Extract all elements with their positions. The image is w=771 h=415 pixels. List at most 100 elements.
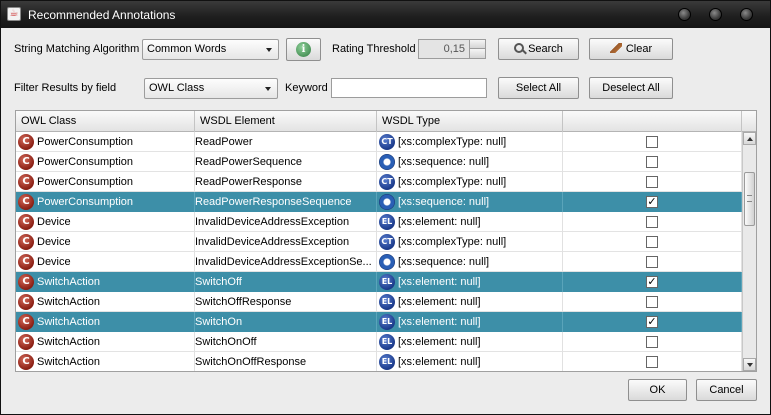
row-checkbox[interactable] [646, 216, 658, 228]
table-row[interactable]: C Device InvalidDeviceAddressException CT [x… [16, 232, 742, 252]
owl-class-text: Device [37, 236, 71, 248]
row-checkbox[interactable] [646, 296, 658, 308]
keyword-label: Keyword [285, 82, 328, 94]
wsdl-type-text: [xs:element: null] [398, 216, 481, 228]
algorithm-select[interactable]: Common Words [142, 39, 279, 60]
filter-field-select[interactable]: OWL Class [144, 78, 278, 99]
owl-class-icon: C [18, 314, 34, 330]
close-button[interactable] [740, 8, 753, 21]
deselect-all-button[interactable]: Deselect All [589, 77, 673, 99]
threshold-spinner[interactable]: 0,15 [418, 39, 486, 59]
row-checkbox[interactable] [646, 176, 658, 188]
select-cell [563, 252, 742, 272]
wsdl-type-cell: EL [xs:element: null] [377, 332, 563, 352]
table-row[interactable]: C SwitchAction SwitchOnOff EL [xs:element: n… [16, 332, 742, 352]
wsdl-element-text: SwitchOff [195, 276, 242, 288]
select-cell: ✓ [563, 192, 742, 212]
column-header-owl-class[interactable]: OWL Class [16, 111, 195, 132]
owl-class-icon: C [18, 214, 34, 230]
row-checkbox[interactable] [646, 256, 658, 268]
select-cell [563, 132, 742, 152]
table-row[interactable]: C PowerConsumption ReadPowerResponse CT [xs:… [16, 172, 742, 192]
owl-class-text: Device [37, 256, 71, 268]
select-cell: ✓ [563, 312, 742, 332]
search-button-label: Search [528, 43, 563, 55]
wsdl-element-text: SwitchOffResponse [195, 296, 292, 308]
scroll-thumb[interactable] [744, 172, 755, 226]
owl-class-text: PowerConsumption [37, 196, 133, 208]
search-button[interactable]: Search [498, 38, 579, 60]
wsdl-type-cell: CT [xs:complexType: null] [377, 172, 563, 192]
wsdl-element-text: InvalidDeviceAddressException [195, 236, 350, 248]
clear-button[interactable]: Clear [589, 38, 673, 60]
owl-class-text: SwitchAction [37, 276, 100, 288]
wsdl-element-cell: SwitchOff [195, 272, 377, 292]
spinner-down-button[interactable] [469, 49, 485, 58]
vertical-scrollbar[interactable] [742, 132, 756, 371]
wsdl-element-text: InvalidDeviceAddressExceptionSe... [195, 256, 372, 268]
owl-class-icon: C [18, 354, 34, 370]
wsdl-element-cell: ReadPower [195, 132, 377, 152]
select-cell: ✓ [563, 272, 742, 292]
table-row[interactable]: C Device InvalidDeviceAddressException EL [x… [16, 212, 742, 232]
table-row[interactable]: C SwitchAction SwitchOff EL [xs:element: nul… [16, 272, 742, 292]
java-icon: ☕ [7, 7, 21, 21]
wsdl-element-cell: SwitchOn [195, 312, 377, 332]
sequence-type-icon [379, 194, 395, 210]
column-header-wsdl-element[interactable]: WSDL Element [195, 111, 377, 132]
wsdl-element-cell: InvalidDeviceAddressException [195, 212, 377, 232]
owl-class-icon: C [18, 194, 34, 210]
table-row[interactable]: C SwitchAction SwitchOn EL [xs:element: null… [16, 312, 742, 332]
sequence-type-icon [379, 154, 395, 170]
ok-button[interactable]: OK [628, 379, 687, 401]
spinner-up-button[interactable] [469, 40, 485, 49]
info-button[interactable]: i [286, 38, 321, 61]
select-cell [563, 292, 742, 312]
row-checkbox[interactable] [646, 236, 658, 248]
wsdl-element-cell: SwitchOffResponse [195, 292, 377, 312]
table-row[interactable]: C PowerConsumption ReadPowerSequence [xs:se… [16, 152, 742, 172]
chevron-down-icon [266, 48, 272, 52]
wsdl-type-cell: CT [xs:complexType: null] [377, 132, 563, 152]
table-row[interactable]: C PowerConsumption ReadPower CT [xs:complexT… [16, 132, 742, 152]
cancel-button[interactable]: Cancel [696, 379, 757, 401]
keyword-input[interactable] [331, 78, 487, 98]
element-type-icon: EL [379, 294, 395, 310]
minimize-button[interactable] [678, 8, 691, 21]
select-all-button[interactable]: Select All [498, 77, 579, 99]
table-row[interactable]: C Device InvalidDeviceAddressExceptionSe..… [16, 252, 742, 272]
wsdl-type-cell: [xs:sequence: null] [377, 252, 563, 272]
wsdl-type-text: [xs:element: null] [398, 276, 481, 288]
scroll-down-button[interactable] [743, 358, 756, 371]
table-row[interactable]: C PowerConsumption ReadPowerResponseSequen… [16, 192, 742, 212]
wsdl-type-text: [xs:element: null] [398, 296, 481, 308]
wsdl-type-text: [xs:complexType: null] [398, 236, 507, 248]
row-checkbox[interactable] [646, 136, 658, 148]
row-checkbox[interactable] [646, 356, 658, 368]
algorithm-select-value: Common Words [147, 43, 227, 55]
title-bar: ☕ Recommended Annotations [1, 1, 770, 28]
column-header-wsdl-type[interactable]: WSDL Type [377, 111, 563, 132]
scroll-up-button[interactable] [743, 132, 756, 145]
owl-class-text: PowerConsumption [37, 156, 133, 168]
table-row[interactable]: C SwitchAction SwitchOffResponse EL [xs:elem… [16, 292, 742, 312]
maximize-button[interactable] [709, 8, 722, 21]
complex-type-icon: CT [379, 234, 395, 250]
table-row[interactable]: C SwitchAction SwitchOnOffResponse EL [xs:el… [16, 352, 742, 371]
owl-class-text: PowerConsumption [37, 136, 133, 148]
wsdl-type-text: [xs:element: null] [398, 316, 481, 328]
column-header-select[interactable] [563, 111, 742, 132]
select-cell [563, 152, 742, 172]
owl-class-text: SwitchAction [37, 316, 100, 328]
owl-class-text: SwitchAction [37, 356, 100, 368]
wsdl-element-text: InvalidDeviceAddressException [195, 216, 350, 228]
owl-class-cell: C PowerConsumption [16, 152, 195, 172]
row-checkbox[interactable]: ✓ [646, 316, 658, 328]
row-checkbox[interactable]: ✓ [646, 276, 658, 288]
element-type-icon: EL [379, 274, 395, 290]
row-checkbox[interactable]: ✓ [646, 196, 658, 208]
row-checkbox[interactable] [646, 336, 658, 348]
row-checkbox[interactable] [646, 156, 658, 168]
wsdl-element-cell: ReadPowerResponseSequence [195, 192, 377, 212]
annotations-table: OWL Class WSDL Element WSDL Type C PowerC… [15, 110, 757, 372]
